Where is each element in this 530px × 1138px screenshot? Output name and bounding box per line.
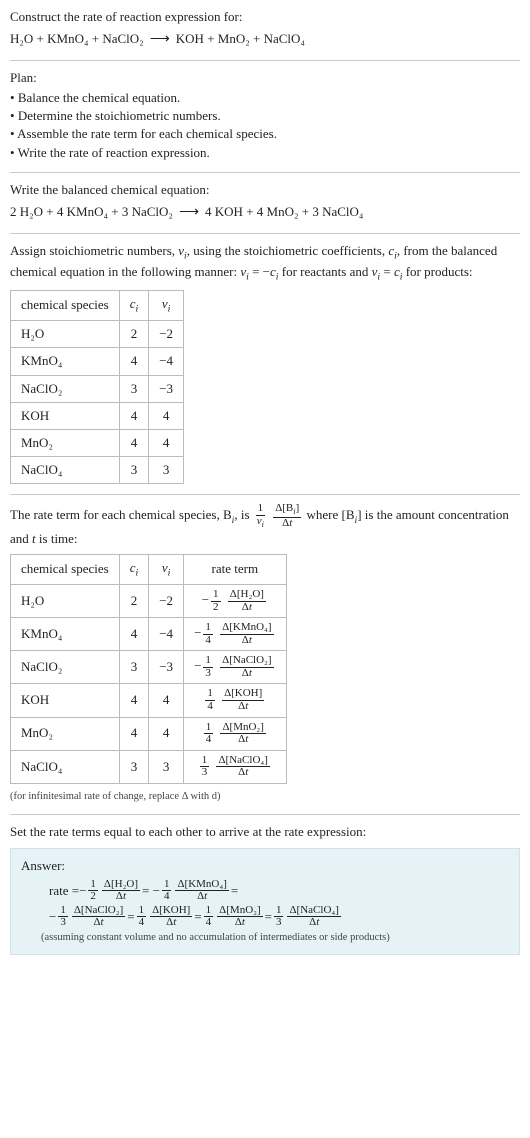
cell-c: 4 [119,717,149,750]
cell-c: 4 [119,402,149,429]
cell-nu: 4 [149,684,184,717]
balanced-title: Write the balanced chemical equation: [10,181,520,199]
table-row: NaClO₄33 [11,457,184,484]
cell-species: NaClO₂ [11,651,120,684]
prompt-text: Construct the rate of reaction expressio… [10,8,520,26]
table-row: KMnO₄4−4−14 Δ[KMnO₄]Δt [11,618,287,651]
stoich-text: Assign stoichiometric numbers, νi, using… [10,242,520,284]
col-header: rate term [184,554,287,584]
cell-rate-term: 14 Δ[MnO₂]Δt [184,717,287,750]
cell-nu: 4 [149,402,184,429]
plan-item: Write the rate of reaction expression. [10,144,520,162]
answer-note: (assuming constant volume and no accumul… [21,931,509,946]
cell-c: 3 [119,375,149,402]
table-row: NaClO₂3−3 [11,375,184,402]
table-row: KMnO₄4−4 [11,348,184,375]
cell-species: H₂O [11,585,120,618]
cell-c: 4 [119,348,149,375]
cell-species: NaClO₄ [11,457,120,484]
final-text: Set the rate terms equal to each other t… [10,823,520,841]
cell-nu: 4 [149,717,184,750]
answer-title: Answer: [21,857,509,875]
cell-species: KMnO₄ [11,348,120,375]
col-header: chemical species [11,290,120,320]
cell-nu: 3 [149,457,184,484]
cell-nu: −4 [149,618,184,651]
plan-item: Balance the chemical equation. [10,89,520,107]
cell-c: 3 [119,651,149,684]
divider [10,494,520,495]
balanced-equation: 2 H₂O + 4 KMnO₄ + 3 NaClO₂⟶4 KOH + 4 MnO… [10,203,520,223]
cell-nu: 4 [149,429,184,456]
cell-c: 4 [119,618,149,651]
cell-c: 2 [119,585,149,618]
cell-c: 3 [119,750,149,783]
divider [10,233,520,234]
unbalanced-equation: H₂O + KMnO₄ + NaClO₂⟶KOH + MnO₂ + NaClO₄ [10,30,520,50]
rate-table: chemical speciesciνirate termH₂O2−2−12 Δ… [10,554,287,784]
cell-rate-term: −13 Δ[NaClO₂]Δt [184,651,287,684]
cell-rate-term: 13 Δ[NaClO₄]Δt [184,750,287,783]
answer-box: Answer: rate = −12 Δ[H₂O]Δt = −14 Δ[KMnO… [10,848,520,955]
plan-list: Balance the chemical equation.Determine … [10,89,520,162]
rate-term-section: The rate term for each chemical species,… [10,503,520,804]
cell-c: 4 [119,429,149,456]
divider [10,172,520,173]
rate-term-text: The rate term for each chemical species,… [10,503,520,548]
table-row: H₂O2−2−12 Δ[H₂O]Δt [11,585,287,618]
cell-rate-term: −14 Δ[KMnO₄]Δt [184,618,287,651]
col-header: chemical species [11,554,120,584]
cell-species: H₂O [11,321,120,348]
answer-expression: rate = −12 Δ[H₂O]Δt = −14 Δ[KMnO₄]Δt = −… [21,879,509,929]
table-row: H₂O2−2 [11,321,184,348]
plan-item: Assemble the rate term for each chemical… [10,125,520,143]
cell-c: 4 [119,684,149,717]
balanced-section: Write the balanced chemical equation: 2 … [10,181,520,223]
cell-nu: 3 [149,750,184,783]
plan-item: Determine the stoichiometric numbers. [10,107,520,125]
cell-rate-term: 14 Δ[KOH]Δt [184,684,287,717]
table-row: KOH44 [11,402,184,429]
cell-species: KOH [11,402,120,429]
col-header: νi [149,290,184,320]
cell-nu: −2 [149,585,184,618]
cell-rate-term: −12 Δ[H₂O]Δt [184,585,287,618]
table-row: MnO₂44 [11,429,184,456]
cell-nu: −4 [149,348,184,375]
divider [10,814,520,815]
table-row: MnO₂4414 Δ[MnO₂]Δt [11,717,287,750]
prompt-section: Construct the rate of reaction expressio… [10,8,520,50]
divider [10,60,520,61]
plan-section: Plan: Balance the chemical equation.Dete… [10,69,520,162]
cell-c: 2 [119,321,149,348]
cell-nu: −2 [149,321,184,348]
plan-title: Plan: [10,69,520,87]
stoich-section: Assign stoichiometric numbers, νi, using… [10,242,520,485]
cell-species: NaClO₂ [11,375,120,402]
table-row: NaClO₄3313 Δ[NaClO₄]Δt [11,750,287,783]
cell-species: KOH [11,684,120,717]
col-header: ci [119,554,149,584]
stoich-table: chemical speciesciνiH₂O2−2KMnO₄4−4NaClO₂… [10,290,184,484]
col-header: ci [119,290,149,320]
rate-table-note: (for infinitesimal rate of change, repla… [10,790,520,805]
table-row: NaClO₂3−3−13 Δ[NaClO₂]Δt [11,651,287,684]
cell-nu: −3 [149,651,184,684]
cell-species: NaClO₄ [11,750,120,783]
cell-nu: −3 [149,375,184,402]
cell-c: 3 [119,457,149,484]
col-header: νi [149,554,184,584]
table-row: KOH4414 Δ[KOH]Δt [11,684,287,717]
cell-species: KMnO₄ [11,618,120,651]
cell-species: MnO₂ [11,429,120,456]
cell-species: MnO₂ [11,717,120,750]
